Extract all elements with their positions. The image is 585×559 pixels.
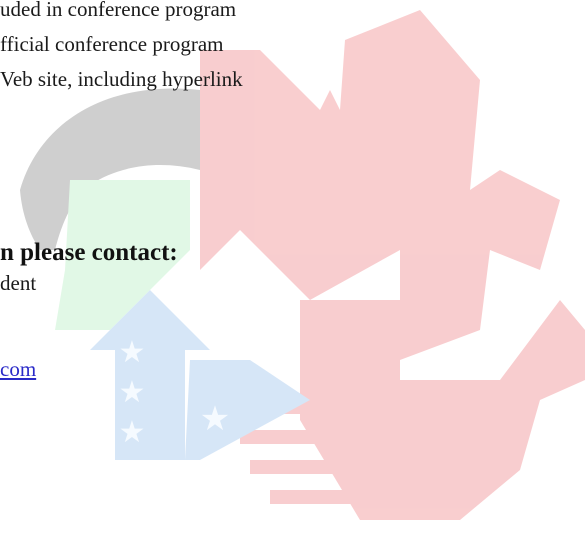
contact-email-link[interactable]: com <box>0 356 36 382</box>
document-text: uded in conference program fficial confe… <box>0 0 585 559</box>
contact-role: dent <box>0 271 37 295</box>
email-link-text[interactable]: com <box>0 357 36 381</box>
benefit-line-1: uded in conference program <box>0 0 237 21</box>
contact-heading: n please contact: <box>0 239 178 266</box>
benefit-line-3: Veb site, including hyperlink <box>0 67 243 91</box>
page: ★ ★ ★ ★ uded in conference program ffici… <box>0 0 585 559</box>
benefit-line-2: fficial conference program <box>0 32 224 56</box>
